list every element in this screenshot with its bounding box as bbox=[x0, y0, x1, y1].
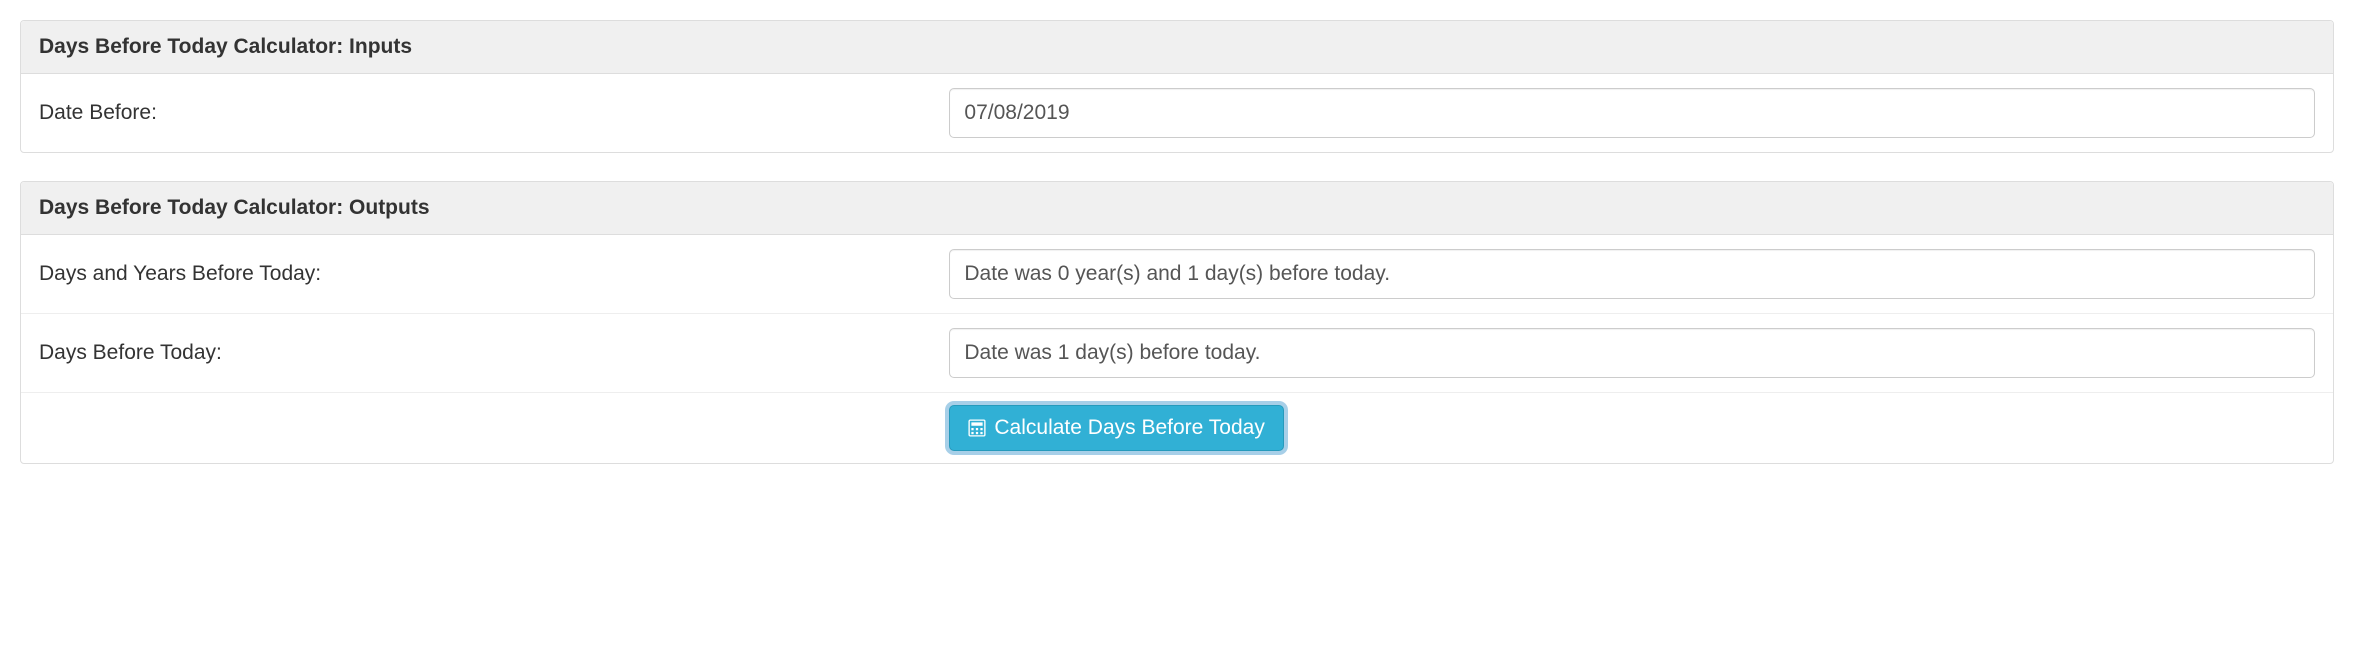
days-label: Days Before Today: bbox=[39, 341, 949, 365]
outputs-panel: Days Before Today Calculator: Outputs Da… bbox=[20, 181, 2334, 464]
inputs-panel: Days Before Today Calculator: Inputs Dat… bbox=[20, 20, 2334, 153]
date-before-row: Date Before: bbox=[21, 74, 2333, 152]
date-before-input-wrap bbox=[949, 88, 2315, 138]
button-cell: Calculate Days Before Today bbox=[949, 405, 2315, 451]
days-output-wrap bbox=[949, 328, 2315, 378]
calculate-button-row: Calculate Days Before Today bbox=[21, 393, 2333, 463]
calculate-button[interactable]: Calculate Days Before Today bbox=[949, 405, 1283, 451]
days-years-row: Days and Years Before Today: bbox=[21, 235, 2333, 314]
inputs-panel-header: Days Before Today Calculator: Inputs bbox=[21, 21, 2333, 74]
date-before-label: Date Before: bbox=[39, 101, 949, 125]
date-before-input[interactable] bbox=[949, 88, 2315, 138]
days-years-output bbox=[949, 249, 2315, 299]
calculator-icon bbox=[968, 419, 986, 437]
inputs-panel-body: Date Before: bbox=[21, 74, 2333, 152]
button-spacer bbox=[39, 405, 949, 451]
days-years-label: Days and Years Before Today: bbox=[39, 262, 949, 286]
calculate-button-label: Calculate Days Before Today bbox=[994, 416, 1264, 440]
days-output bbox=[949, 328, 2315, 378]
outputs-panel-body: Days and Years Before Today: Days Before… bbox=[21, 235, 2333, 463]
days-row: Days Before Today: bbox=[21, 314, 2333, 393]
outputs-panel-header: Days Before Today Calculator: Outputs bbox=[21, 182, 2333, 235]
days-years-output-wrap bbox=[949, 249, 2315, 299]
